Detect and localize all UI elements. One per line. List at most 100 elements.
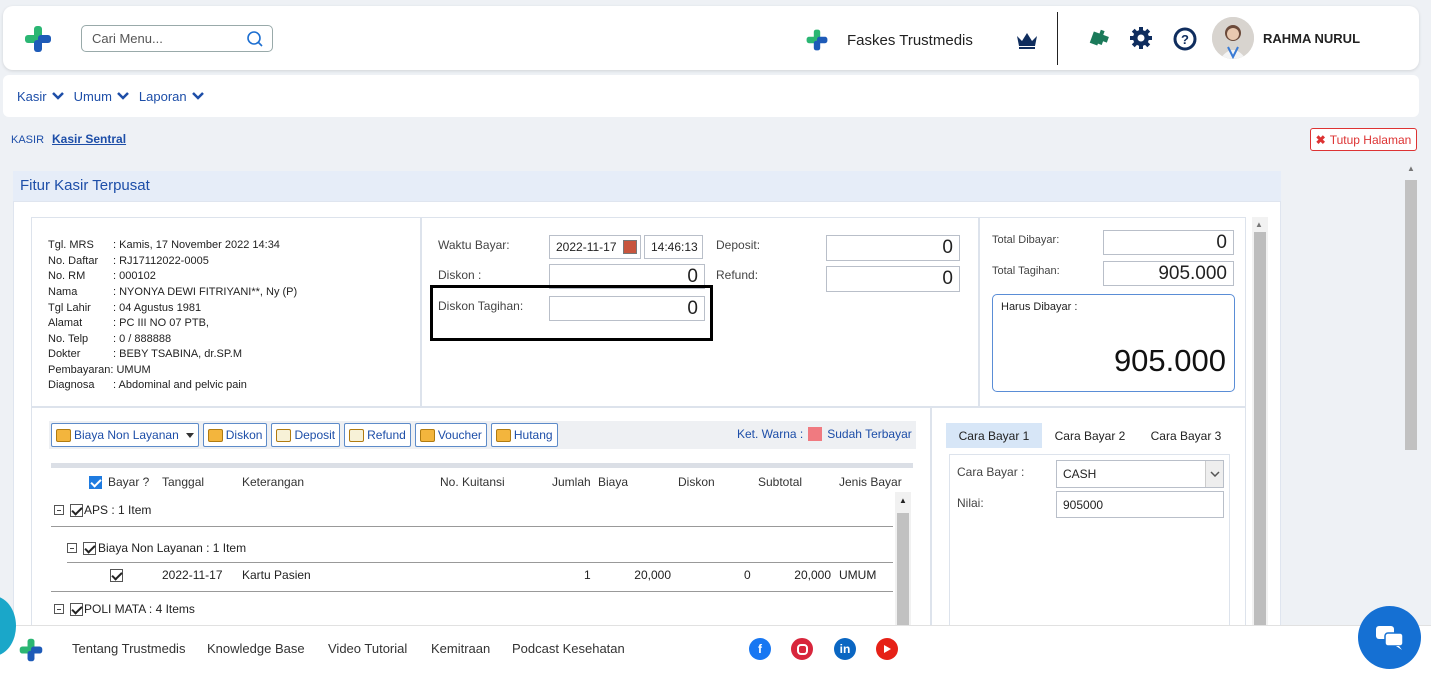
- footer-link-kemitraan[interactable]: Kemitraan: [431, 641, 490, 656]
- user-avatar[interactable]: [1212, 17, 1254, 59]
- group-checkbox[interactable]: [70, 503, 83, 517]
- collapse-icon[interactable]: [54, 505, 64, 515]
- deposit-value: 0: [942, 237, 953, 258]
- user-name[interactable]: RAHMA NURUL: [1263, 31, 1360, 46]
- table-scrollbar[interactable]: ▲: [895, 492, 911, 633]
- tab-cara-bayar-1[interactable]: Cara Bayar 1: [946, 423, 1042, 448]
- menu-kasir[interactable]: Kasir: [17, 89, 64, 104]
- chevron-down-icon[interactable]: [1205, 461, 1223, 487]
- breadcrumb-root[interactable]: KASIR: [11, 134, 44, 146]
- group-checkbox[interactable]: [83, 541, 96, 555]
- footer-link-knowledge-base[interactable]: Knowledge Base: [207, 641, 305, 656]
- refund-label: Refund:: [716, 268, 759, 282]
- dropdown-caret-icon: [185, 432, 194, 438]
- puzzle-icon[interactable]: [1088, 26, 1112, 50]
- select-all-checkbox[interactable]: [89, 475, 102, 490]
- help-support-icon[interactable]: ?: [1172, 26, 1198, 52]
- voucher-button-label: Voucher: [437, 428, 482, 442]
- patient-label: Tgl Lahir: [48, 302, 91, 314]
- scroll-up-icon[interactable]: ▲: [899, 496, 907, 505]
- group-row-poli-mata[interactable]: POLI MATA : 4 Items: [54, 602, 195, 616]
- patient-value: : Kamis, 17 November 2022 14:34: [113, 239, 280, 251]
- menu-laporan[interactable]: Laporan: [139, 89, 204, 104]
- instagram-icon[interactable]: [791, 638, 813, 660]
- panel-scrollbar[interactable]: ▲: [1252, 217, 1268, 631]
- scrollbar-thumb[interactable]: [1254, 232, 1266, 628]
- edit-icon: [495, 428, 511, 442]
- breadcrumb-current[interactable]: Kasir Sentral: [52, 132, 126, 146]
- patient-label: Diagnosa: [48, 379, 95, 391]
- table-row[interactable]: 2022-11-17 Kartu Pasien 1 20,000 0 20,00…: [110, 568, 900, 582]
- refund-button-label: Refund: [367, 428, 406, 442]
- svg-text:?: ?: [1181, 32, 1189, 47]
- main-menu-bar: Kasir Umum Laporan: [3, 75, 1419, 117]
- collapse-icon[interactable]: [54, 604, 64, 614]
- group-checkbox[interactable]: [70, 602, 83, 616]
- refund-input[interactable]: 0: [826, 266, 960, 292]
- deposit-button[interactable]: Deposit: [271, 423, 341, 447]
- time-input[interactable]: 14:46:13: [644, 235, 703, 259]
- scrollbar-thumb[interactable]: [897, 513, 909, 633]
- search-input[interactable]: Cari Menu...: [81, 25, 273, 52]
- scroll-up-icon[interactable]: ▲: [1255, 220, 1263, 229]
- nilai-input[interactable]: 905000: [1056, 491, 1224, 518]
- patient-label: Alamat: [48, 317, 83, 329]
- calendar-icon[interactable]: [623, 240, 637, 254]
- row-checkbox[interactable]: [110, 568, 123, 582]
- total-dibayar-label: Total Dibayar:: [992, 234, 1060, 246]
- biaya-non-layanan-button[interactable]: Biaya Non Layanan: [51, 423, 199, 447]
- cara-bayar-select[interactable]: CASH: [1056, 460, 1224, 488]
- search-icon[interactable]: [246, 30, 264, 48]
- menu-umum[interactable]: Umum: [74, 89, 129, 104]
- harus-dibayar-label: Harus Dibayar :: [1001, 301, 1078, 313]
- cell-jumlah: 1: [584, 568, 591, 582]
- page-scrollbar[interactable]: ▲: [1403, 162, 1419, 624]
- diskon-button[interactable]: Diskon: [202, 423, 268, 447]
- tab-cara-bayar-2[interactable]: Cara Bayar 2: [1046, 423, 1134, 448]
- patient-label: No. Daftar: [48, 255, 99, 267]
- tab-cara-bayar-3[interactable]: Cara Bayar 3: [1142, 423, 1230, 448]
- faskes-label: Faskes Trustmedis: [847, 31, 973, 49]
- trustmedis-logo-icon[interactable]: [23, 24, 53, 54]
- close-page-button[interactable]: ✖ Tutup Halaman: [1310, 128, 1417, 151]
- footer-link-video-tutorial[interactable]: Video Tutorial: [328, 641, 407, 656]
- group-row-aps[interactable]: APS : 1 Item: [54, 503, 151, 517]
- edit-icon: [419, 428, 435, 442]
- voucher-button[interactable]: Voucher: [414, 423, 487, 447]
- col-tanggal: Tanggal: [162, 475, 205, 489]
- facebook-icon[interactable]: f: [749, 638, 771, 660]
- legend-label: Ket. Warna :: [737, 427, 804, 441]
- diskon-button-label: Diskon: [225, 428, 263, 442]
- col-biaya: Biaya: [598, 475, 629, 489]
- youtube-icon[interactable]: [876, 638, 898, 660]
- footer-link-tentang[interactable]: Tentang Trustmedis: [72, 641, 185, 656]
- nilai-label: Nilai:: [957, 496, 984, 510]
- patient-row: Tgl Lahir: 04 Agustus 1981: [48, 302, 201, 314]
- settings-gear-icon[interactable]: [1129, 26, 1153, 50]
- date-input[interactable]: 2022-11-17: [549, 235, 641, 259]
- group-row-biaya-non-layanan[interactable]: Biaya Non Layanan : 1 Item: [67, 541, 246, 555]
- crown-icon[interactable]: [1015, 30, 1039, 50]
- patient-label: Nama: [48, 286, 78, 298]
- top-header: Cari Menu... Faskes Trustmedis ? RAHMA N…: [3, 6, 1419, 70]
- linkedin-icon[interactable]: in: [834, 638, 856, 660]
- collapse-icon[interactable]: [67, 543, 77, 553]
- chat-button[interactable]: [1358, 606, 1421, 669]
- color-legend: Ket. Warna : Sudah Terbayar: [737, 427, 912, 441]
- scrollbar-thumb[interactable]: [1405, 180, 1417, 450]
- scroll-up-icon[interactable]: ▲: [1407, 164, 1415, 173]
- faskes-logo-icon: [806, 29, 828, 51]
- faskes-selector[interactable]: Faskes Trustmedis: [805, 28, 973, 52]
- col-diskon: Diskon: [678, 475, 715, 489]
- footer-link-podcast[interactable]: Podcast Kesehatan: [512, 641, 625, 656]
- group-label: Biaya Non Layanan : 1 Item: [98, 541, 247, 555]
- cell-biaya: 20,000: [634, 568, 671, 582]
- calculator-icon: [349, 428, 365, 442]
- deposit-input[interactable]: 0: [826, 235, 960, 261]
- patient-row: Pembayaran: UMUM: [48, 364, 151, 376]
- patient-info-box: Tgl. MRS: Kamis, 17 November 2022 14:34 …: [31, 217, 421, 407]
- refund-button[interactable]: Refund: [344, 423, 411, 447]
- patient-row: No. RM: 000102: [48, 270, 156, 282]
- hutang-button[interactable]: Hutang: [490, 423, 558, 447]
- chevron-down-icon: [191, 92, 204, 100]
